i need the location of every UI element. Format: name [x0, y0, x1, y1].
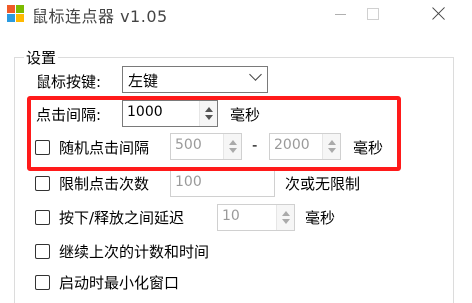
limit-clicks-checkbox[interactable] — [35, 176, 50, 191]
hotkey-label: 鼠标按键: — [36, 73, 102, 91]
limit-clicks-input[interactable]: 100 — [170, 170, 275, 197]
title-bar: 鼠标连点器 v1.05 — [0, 0, 472, 30]
limit-clicks-label: 限制点击次数 — [59, 175, 150, 193]
press-release-delay-label: 按下/释放之间延迟 — [59, 209, 185, 227]
app-logo-icon — [7, 5, 25, 23]
window-title: 鼠标连点器 v1.05 — [32, 7, 168, 26]
press-release-delay-stepper[interactable] — [276, 205, 294, 230]
arrow-up-icon[interactable] — [282, 211, 290, 216]
limit-clicks-value[interactable]: 100 — [175, 174, 202, 190]
highlight-annotation-box — [27, 96, 401, 171]
start-minimized-label: 启动时最小化窗口 — [59, 274, 180, 292]
mouse-button-select[interactable]: 左键 — [122, 66, 268, 93]
press-release-delay-value[interactable]: 10 — [222, 208, 240, 224]
resume-count-label: 继续上次的计数和时间 — [59, 243, 210, 261]
close-button[interactable] — [416, 0, 462, 30]
start-minimized-checkbox[interactable] — [35, 275, 50, 290]
press-release-delay-unit: 毫秒 — [305, 209, 336, 227]
maximize-button[interactable] — [350, 0, 396, 30]
resume-count-checkbox[interactable] — [35, 244, 50, 259]
settings-group-title: 设置 — [24, 47, 59, 68]
chevron-down-icon — [249, 68, 262, 81]
arrow-down-icon[interactable] — [282, 219, 290, 224]
press-release-delay-checkbox[interactable] — [35, 210, 50, 225]
limit-clicks-suffix: 次或无限制 — [285, 175, 361, 193]
press-release-delay-spinbox[interactable]: 10 — [217, 204, 295, 231]
mouse-button-value: 左键 — [128, 72, 159, 90]
